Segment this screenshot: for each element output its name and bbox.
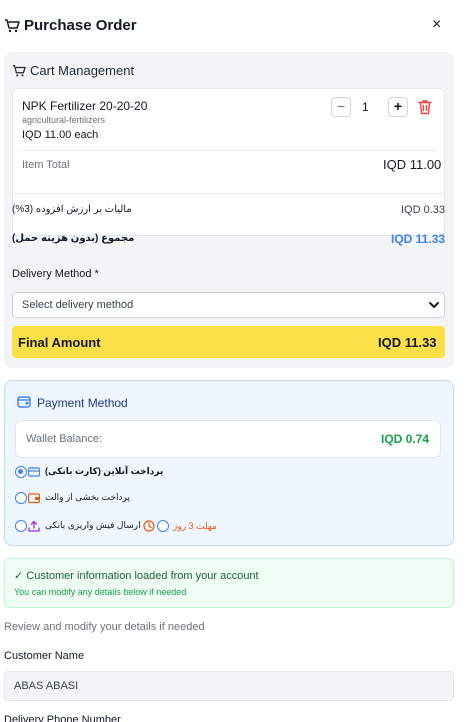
delivery-method-select[interactable]: Select delivery method [12, 292, 445, 318]
radio-unselected[interactable] [15, 492, 27, 504]
wallet-icon [28, 493, 40, 504]
divider [12, 193, 445, 194]
subtotal-label: مجموع (بدون هزینه حمل) [12, 233, 135, 244]
final-amount-value: IQD 11.33 [378, 335, 437, 350]
customer-info-loaded-box: ✓ Customer information loaded from your … [4, 558, 454, 608]
clock-icon [143, 520, 155, 532]
decrease-quantity-button[interactable]: − [331, 97, 351, 117]
payment-option-partial-wallet[interactable]: پرداخت بخشی از والت [15, 491, 215, 507]
increase-quantity-button[interactable]: + [388, 97, 408, 117]
customer-loaded-message: ✓ Customer information loaded from your … [14, 570, 259, 582]
payment-option-bank-receipt[interactable]: ارسال فیش واریزی بانکی مهلت 3 روز [15, 519, 275, 535]
quantity-value: 1 [362, 100, 369, 114]
wallet-balance-label: Wallet Balance: [26, 433, 103, 445]
payment-option-label: ارسال فیش واریزی بانکی [45, 520, 141, 530]
final-amount-label: Final Amount [18, 335, 101, 350]
shopping-cart-icon [12, 65, 26, 77]
delivery-method-label: Delivery Method * [12, 268, 99, 280]
modal-header: Purchase Order × [0, 0, 472, 52]
vat-label: مالیات بر ارزش افزوده (3%) [12, 204, 132, 215]
wallet-balance-box: Wallet Balance: IQD 0.74 [15, 420, 441, 458]
payment-method-panel: Payment Method Wallet Balance: IQD 0.74 … [4, 380, 454, 546]
cart-management-title: Cart Management [30, 63, 135, 78]
wallet-icon [17, 396, 31, 408]
chevron-down-icon [429, 302, 439, 308]
customer-name-label: Customer Name [4, 650, 85, 662]
delivery-method-placeholder: Select delivery method [22, 299, 134, 311]
payment-option-label: پرداخت بخشی از والت [45, 492, 130, 502]
shopping-cart-icon [5, 19, 20, 33]
item-name: NPK Fertilizer 20-20-20 [22, 99, 148, 113]
subtotal-value: IQD 11.33 [391, 232, 446, 246]
trash-icon[interactable] [418, 99, 432, 115]
delivery-phone-label: Delivery Phone Number [4, 714, 121, 722]
payment-option-label: پرداخت آنلاین (کارت بانکی) [45, 466, 164, 476]
customer-modify-hint: You can modify any details below if need… [14, 587, 187, 597]
divider [22, 150, 436, 151]
close-icon[interactable]: × [432, 16, 441, 34]
radio-selected[interactable] [15, 466, 27, 478]
final-amount-bar: Final Amount IQD 11.33 [12, 326, 445, 358]
payment-deadline-label: مهلت 3 روز [173, 521, 217, 531]
payment-option-online-card[interactable]: پرداخت آنلاین (کارت بانکی) [15, 465, 215, 481]
vat-value: IQD 0.33 [401, 204, 446, 216]
wallet-balance-value: IQD 0.74 [381, 432, 430, 446]
item-category: agricultural-fertilizers [22, 115, 106, 125]
modal-title: Purchase Order [24, 17, 137, 34]
item-total-value: IQD 11.00 [383, 157, 442, 172]
radio-unselected[interactable] [15, 520, 27, 532]
credit-card-icon [28, 467, 40, 477]
upload-icon [28, 520, 40, 532]
item-total-label: Item Total [22, 159, 70, 171]
cart-management-panel: Cart Management NPK Fertilizer 20-20-20 … [4, 52, 454, 368]
radio-unselected[interactable] [157, 520, 169, 532]
item-unit-price: IQD 11.00 each [22, 129, 99, 141]
customer-name-input[interactable] [4, 671, 454, 701]
payment-method-title: Payment Method [37, 396, 128, 410]
review-details-text: Review and modify your details if needed [4, 621, 205, 633]
